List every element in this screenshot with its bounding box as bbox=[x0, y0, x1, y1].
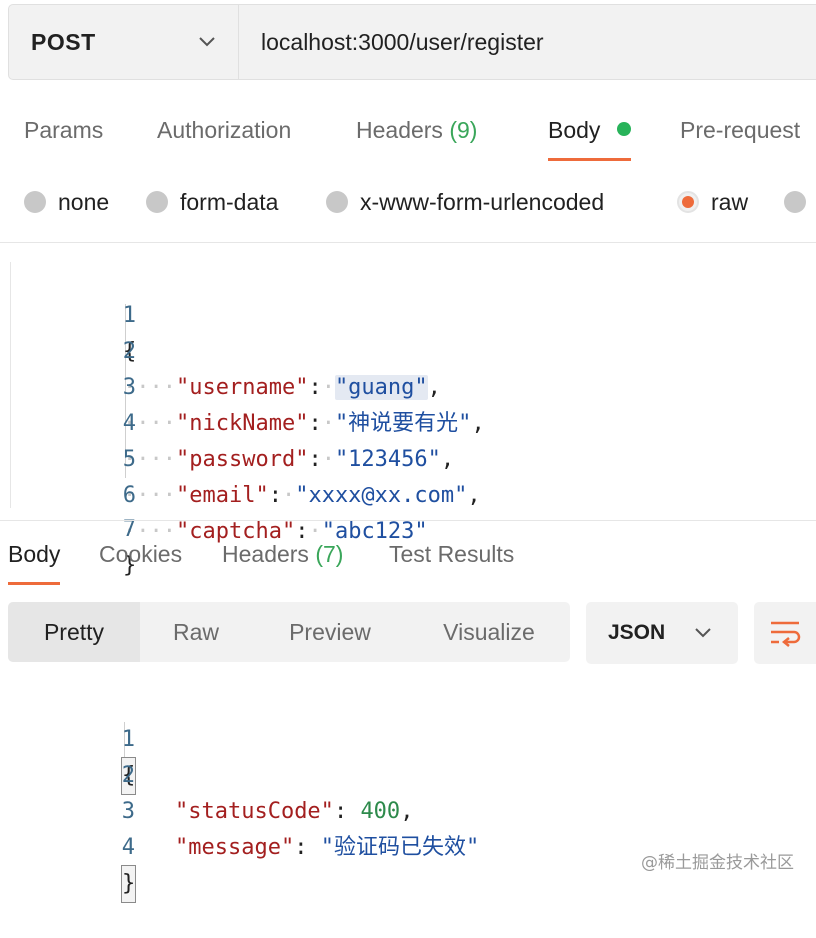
url-input[interactable]: localhost:3000/user/register bbox=[239, 5, 544, 79]
radio-icon bbox=[146, 191, 168, 213]
code-line: 2 ····"username":·"guang", bbox=[11, 298, 441, 400]
json-string: "神说要有光" bbox=[334, 411, 472, 436]
code-line: 4 } bbox=[10, 794, 137, 903]
json-string: "123456" bbox=[334, 447, 441, 472]
headers-count: (7) bbox=[315, 541, 344, 567]
radio-selected-icon bbox=[677, 191, 699, 213]
radio-raw[interactable]: raw bbox=[677, 182, 748, 222]
radio-more[interactable] bbox=[784, 182, 816, 222]
tab-label: Body bbox=[548, 117, 601, 143]
divider bbox=[0, 520, 816, 521]
format-select[interactable]: JSON bbox=[586, 602, 738, 664]
tab-label: Authorization bbox=[157, 117, 292, 143]
tab-cookies[interactable]: Cookies bbox=[99, 532, 182, 582]
radio-icon bbox=[784, 191, 806, 213]
line-number: 5 bbox=[122, 447, 136, 472]
tab-body[interactable]: Body bbox=[548, 108, 631, 161]
json-string: "xxxx@xx.com" bbox=[295, 483, 468, 508]
view-raw-button[interactable]: Raw bbox=[140, 602, 252, 662]
code-line: 1 { bbox=[10, 686, 137, 795]
view-mode-segmented: Pretty Raw Preview Visualize bbox=[8, 602, 570, 662]
view-pretty-button[interactable]: Pretty bbox=[8, 602, 140, 662]
radio-x-www-form-urlencoded[interactable]: x-www-form-urlencoded bbox=[326, 182, 604, 222]
format-label: JSON bbox=[608, 621, 666, 644]
wrap-lines-button[interactable] bbox=[754, 602, 816, 664]
tab-label: Body bbox=[8, 541, 61, 567]
tab-label: Headers bbox=[356, 117, 443, 143]
line-number: 1 bbox=[121, 727, 135, 752]
code-line: 6 ····"captcha":·"abc123" bbox=[11, 442, 428, 544]
json-key: "nickName" bbox=[175, 411, 309, 436]
json-key: "email" bbox=[175, 483, 269, 508]
radio-form-data[interactable]: form-data bbox=[146, 182, 278, 222]
json-number: 400 bbox=[360, 799, 401, 824]
line-number: 2 bbox=[121, 763, 135, 788]
json-string: "验证码已失效" bbox=[320, 835, 480, 860]
line-number: 2 bbox=[122, 339, 136, 364]
tab-label: Test Results bbox=[389, 541, 515, 567]
line-number: 3 bbox=[122, 375, 136, 400]
divider bbox=[0, 242, 816, 243]
code-line: 5 ····"email":·"xxxx@xx.com", bbox=[11, 406, 481, 508]
line-number: 4 bbox=[121, 835, 135, 860]
json-key: "message" bbox=[174, 835, 295, 860]
code-line: 7 } bbox=[11, 476, 137, 578]
headers-count: (9) bbox=[449, 117, 478, 143]
radio-icon bbox=[326, 191, 348, 213]
tab-label: Headers bbox=[222, 541, 309, 567]
view-visualize-button[interactable]: Visualize bbox=[426, 602, 552, 662]
radio-label: raw bbox=[711, 188, 749, 215]
tab-params[interactable]: Params bbox=[24, 108, 103, 158]
code-line: 2 "statusCode": 400, bbox=[10, 722, 414, 824]
method-select[interactable]: POST bbox=[9, 5, 239, 79]
response-tabs: Body Cookies Headers (7) Test Results bbox=[0, 532, 816, 588]
chevron-down-icon bbox=[695, 628, 711, 638]
body-indicator-dot bbox=[616, 122, 631, 136]
request-url-bar: POST localhost:3000/user/register bbox=[8, 4, 816, 80]
json-string: "guang" bbox=[334, 375, 428, 400]
method-label: POST bbox=[31, 28, 96, 55]
tab-label: Cookies bbox=[99, 541, 183, 567]
tab-response-body[interactable]: Body bbox=[8, 532, 61, 585]
radio-label: form-data bbox=[180, 188, 279, 215]
json-key: "password" bbox=[175, 447, 309, 472]
line-number: 6 bbox=[122, 483, 136, 508]
code-line: 1 { bbox=[11, 262, 137, 364]
tab-response-headers[interactable]: Headers (7) bbox=[222, 532, 343, 582]
line-number: 3 bbox=[121, 799, 135, 824]
code-line: 4 ····"password":·"123456", bbox=[11, 370, 454, 472]
radio-none[interactable]: none bbox=[24, 182, 109, 222]
line-number: 1 bbox=[122, 303, 136, 328]
radio-label: none bbox=[58, 188, 110, 215]
body-type-radios: none form-data x-www-form-urlencoded raw bbox=[0, 182, 816, 222]
tab-pre-request[interactable]: Pre-request bbox=[680, 108, 800, 158]
code-line: 3 ····"nickName":·"神说要有光", bbox=[11, 334, 485, 436]
request-body-editor[interactable]: 1 { 2 ····"username":·"guang", 3 ····"ni… bbox=[10, 262, 816, 578]
response-body-viewer[interactable]: 1 { 2 "statusCode": 400, 3 "message": "验… bbox=[10, 686, 816, 903]
chevron-down-icon bbox=[199, 37, 215, 47]
code-line: 3 "message": "验证码已失效" bbox=[10, 758, 479, 860]
tab-test-results[interactable]: Test Results bbox=[389, 532, 514, 582]
watermark: @稀土掘金技术社区 bbox=[641, 853, 794, 873]
json-key: "statusCode" bbox=[174, 799, 334, 824]
request-tabs: Params Authorization Headers (9) Body Pr… bbox=[0, 108, 816, 164]
line-number: 4 bbox=[122, 411, 136, 436]
tab-headers[interactable]: Headers (9) bbox=[356, 108, 477, 158]
json-key: "username" bbox=[175, 375, 309, 400]
tab-authorization[interactable]: Authorization bbox=[157, 108, 291, 158]
wrap-lines-icon bbox=[771, 621, 801, 647]
close-brace: } bbox=[120, 865, 137, 903]
tab-label: Params bbox=[24, 117, 104, 143]
view-preview-button[interactable]: Preview bbox=[262, 602, 398, 662]
radio-icon bbox=[24, 191, 46, 213]
tab-label: Pre-request bbox=[680, 117, 801, 143]
radio-label: x-www-form-urlencoded bbox=[360, 188, 605, 215]
